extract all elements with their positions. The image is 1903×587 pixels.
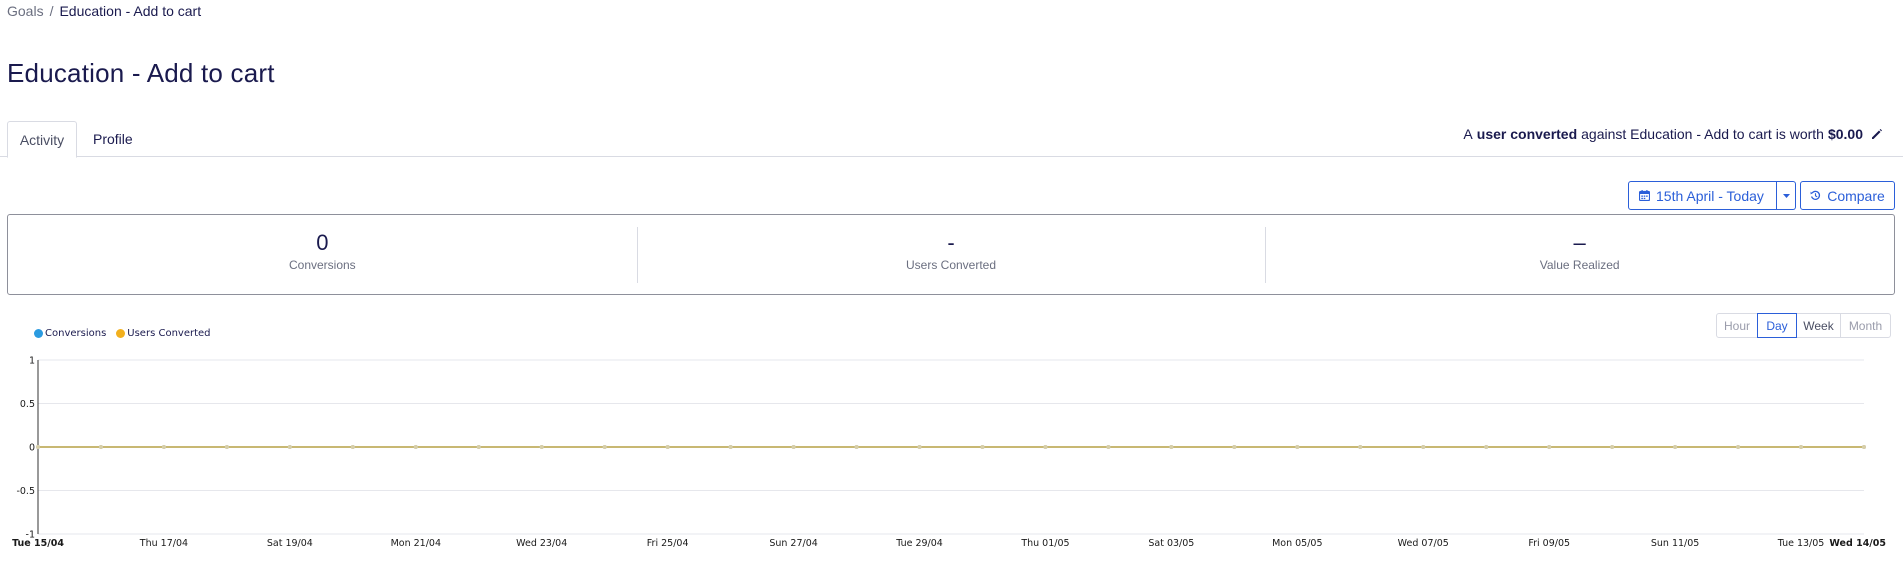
date-range-label: 15th April - Today bbox=[1656, 187, 1764, 204]
data-point-users-converted bbox=[1736, 445, 1741, 449]
data-point-users-converted bbox=[224, 445, 229, 449]
data-point-users-converted bbox=[161, 445, 166, 449]
legend-label: Conversions bbox=[45, 328, 107, 339]
granularity-month-button[interactable]: Month bbox=[1840, 313, 1891, 338]
data-point-users-converted bbox=[1484, 445, 1489, 449]
worth-value: $0.00 bbox=[1827, 126, 1863, 142]
x-tick-label: Mon 05/05 bbox=[1272, 538, 1322, 549]
granularity-hour-button[interactable]: Hour bbox=[1716, 313, 1758, 338]
data-point-users-converted bbox=[1043, 445, 1048, 449]
data-point-users-converted bbox=[1106, 445, 1111, 449]
calendar-icon bbox=[1639, 190, 1650, 201]
stat-value: – bbox=[1573, 230, 1586, 255]
data-point-users-converted bbox=[1799, 445, 1804, 449]
data-point-users-converted bbox=[665, 445, 670, 449]
x-tick-label: Tue 15/04 bbox=[12, 538, 64, 549]
data-point-users-converted bbox=[539, 445, 544, 449]
tab-activity[interactable]: Activity bbox=[7, 121, 77, 158]
data-point-users-converted bbox=[1862, 445, 1866, 449]
breadcrumb-current: Education - Add to cart bbox=[59, 3, 202, 19]
data-point-users-converted bbox=[1295, 445, 1300, 449]
granularity-day-button[interactable]: Day bbox=[1757, 313, 1797, 338]
data-point-users-converted bbox=[287, 445, 292, 449]
chart-legend: Conversions Users Converted bbox=[34, 328, 211, 339]
stats-panel: 0 Conversions - Users Converted – Value … bbox=[7, 214, 1895, 295]
x-tick-label: Sun 11/05 bbox=[1651, 538, 1699, 549]
activity-line-chart: 10.50-0.5-1Tue 15/04 Thu 17/04 Sat 19/04 Mo… bbox=[12, 356, 1886, 550]
goal-worth-summary: A user converted against Education - Add… bbox=[1463, 126, 1883, 142]
y-tick-label: 0 bbox=[29, 443, 35, 454]
data-point-users-converted bbox=[413, 445, 418, 449]
data-point-users-converted bbox=[1358, 445, 1363, 449]
data-point-users-converted bbox=[1547, 445, 1552, 449]
breadcrumb-separator: / bbox=[49, 3, 54, 19]
caret-down-icon bbox=[1782, 193, 1790, 198]
data-point-users-converted bbox=[728, 445, 733, 449]
data-point-users-converted bbox=[1421, 445, 1426, 449]
stat-value: - bbox=[947, 230, 955, 255]
x-tick-label: Tue 29/04 bbox=[895, 538, 943, 549]
page-title: Education - Add to cart bbox=[7, 58, 275, 88]
granularity-toggle: Hour Day Week Month bbox=[1716, 313, 1891, 338]
granularity-week-button[interactable]: Week bbox=[1796, 313, 1841, 338]
breadcrumb-goals-link[interactable]: Goals bbox=[7, 3, 44, 19]
breadcrumb: Goals / Education - Add to cart bbox=[7, 3, 201, 19]
data-point-users-converted bbox=[1169, 445, 1174, 449]
compare-button[interactable]: Compare bbox=[1800, 181, 1895, 210]
x-tick-label: Wed 23/04 bbox=[516, 538, 567, 549]
x-tick-label: Sat 19/04 bbox=[267, 538, 313, 549]
data-point-users-converted bbox=[36, 445, 40, 449]
legend-label: Users Converted bbox=[127, 328, 211, 339]
worth-action: user converted bbox=[1476, 126, 1578, 142]
y-tick-label: -0.5 bbox=[16, 486, 35, 497]
data-point-users-converted bbox=[350, 445, 355, 449]
worth-middle: against Education - Add to cart is worth bbox=[1581, 126, 1824, 142]
y-tick-label: 1 bbox=[29, 356, 35, 367]
data-point-users-converted bbox=[980, 445, 985, 449]
legend-item-conversions[interactable]: Conversions bbox=[34, 328, 106, 339]
date-range-picker: 15th April - Today bbox=[1628, 181, 1796, 210]
x-tick-label: Thu 17/04 bbox=[139, 538, 188, 549]
data-point-users-converted bbox=[602, 445, 607, 449]
stat-label: Conversions bbox=[288, 258, 356, 272]
x-tick-label: Fri 09/05 bbox=[1528, 538, 1570, 549]
stat-label: Value Realized bbox=[1539, 258, 1620, 272]
stat-users-converted: - Users Converted bbox=[636, 215, 1266, 294]
data-point-users-converted bbox=[917, 445, 922, 449]
tab-profile[interactable]: Profile bbox=[81, 121, 145, 158]
legend-item-users-converted[interactable]: Users Converted bbox=[116, 328, 211, 339]
x-tick-label: Sat 03/05 bbox=[1148, 538, 1194, 549]
y-tick-label: 0.5 bbox=[20, 399, 35, 410]
date-range-button[interactable]: 15th April - Today bbox=[1628, 181, 1777, 210]
pencil-icon[interactable] bbox=[1871, 128, 1883, 140]
data-point-users-converted bbox=[98, 445, 103, 449]
worth-prefix: A bbox=[1463, 126, 1473, 142]
data-point-users-converted bbox=[1232, 445, 1237, 449]
stat-label: Users Converted bbox=[905, 258, 997, 272]
data-point-users-converted bbox=[854, 445, 859, 449]
compare-label: Compare bbox=[1827, 187, 1885, 204]
data-point-users-converted bbox=[476, 445, 481, 449]
x-tick-label: Mon 21/04 bbox=[391, 538, 441, 549]
data-point-users-converted bbox=[1610, 445, 1615, 449]
data-point-users-converted bbox=[1673, 445, 1678, 449]
x-tick-label: Sun 27/04 bbox=[769, 538, 817, 549]
legend-dot-users-converted bbox=[116, 329, 126, 338]
stat-value: 0 bbox=[316, 230, 329, 255]
data-point-users-converted bbox=[791, 445, 796, 449]
history-icon bbox=[1810, 190, 1821, 200]
stat-value-realized: – Value Realized bbox=[1265, 215, 1894, 294]
legend-dot-conversions bbox=[34, 329, 43, 338]
x-tick-label: Wed 07/05 bbox=[1398, 538, 1449, 549]
stat-conversions: 0 Conversions bbox=[8, 215, 637, 294]
x-tick-label: Tue 13/05 bbox=[1777, 538, 1825, 549]
x-tick-label: Fri 25/04 bbox=[647, 538, 689, 549]
date-range-dropdown-toggle[interactable] bbox=[1777, 181, 1796, 210]
x-tick-label: Wed 14/05 bbox=[1829, 538, 1886, 549]
x-tick-label: Thu 01/05 bbox=[1020, 538, 1069, 549]
